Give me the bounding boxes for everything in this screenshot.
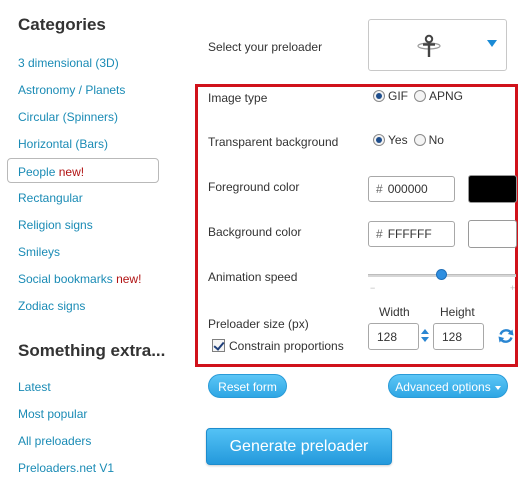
- width-stepper[interactable]: [421, 329, 429, 343]
- sidebar-item-3d[interactable]: 3 dimensional (3D): [18, 56, 119, 70]
- apng-radio-label[interactable]: APNG: [429, 89, 463, 103]
- extra-heading: Something extra...: [18, 341, 166, 360]
- sidebar: Categories 3 dimensional (3D) Astronomy …: [0, 0, 170, 481]
- gif-radio[interactable]: [373, 90, 385, 102]
- height-input[interactable]: 128: [433, 323, 484, 350]
- preloader-dropdown[interactable]: [368, 19, 507, 71]
- sidebar-item-religion[interactable]: Religion signs: [18, 218, 93, 232]
- image-type-options: GIF APNG: [373, 89, 469, 103]
- transparent-yes-label[interactable]: Yes: [388, 133, 408, 147]
- image-type-label: Image type: [208, 91, 268, 105]
- preloader-form: Select your preloader Image type GIF APN…: [190, 0, 530, 481]
- background-color-label: Background color: [208, 225, 302, 239]
- foreground-color-label: Foreground color: [208, 180, 300, 194]
- animation-speed-label: Animation speed: [208, 270, 298, 284]
- sidebar-item-people[interactable]: People new!: [7, 158, 159, 183]
- width-label: Width: [379, 305, 410, 319]
- transparent-yes-radio[interactable]: [373, 134, 385, 146]
- sidebar-item-circular[interactable]: Circular (Spinners): [18, 110, 118, 124]
- select-preloader-label: Select your preloader: [208, 40, 323, 54]
- height-label: Height: [440, 305, 475, 319]
- slider-minus-tick: −: [370, 283, 376, 293]
- reset-form-button[interactable]: Reset form: [208, 374, 287, 398]
- slider-plus-tick: +: [510, 283, 516, 293]
- new-badge: new!: [58, 165, 85, 179]
- sidebar-item-social-bookmarks[interactable]: Social bookmarks new!: [18, 272, 141, 286]
- stepper-up-icon[interactable]: [421, 329, 429, 334]
- gif-radio-label[interactable]: GIF: [388, 89, 408, 103]
- refresh-icon[interactable]: [497, 327, 515, 345]
- transparent-no-radio[interactable]: [413, 134, 426, 146]
- hash-symbol: #: [376, 227, 383, 241]
- transparent-no-label[interactable]: No: [429, 133, 444, 147]
- chevron-down-icon: [487, 40, 497, 47]
- background-color-field[interactable]: # FFFFFF: [368, 221, 455, 247]
- foreground-color-swatch[interactable]: [468, 175, 517, 203]
- categories-heading: Categories: [18, 15, 106, 34]
- caret-down-icon: [494, 385, 501, 390]
- sidebar-item-astronomy[interactable]: Astronomy / Planets: [18, 83, 125, 97]
- sidebar-item-horizontal[interactable]: Horizontal (Bars): [18, 137, 108, 151]
- sidebar-item-rectangular[interactable]: Rectangular: [18, 191, 83, 205]
- sidebar-item-all-preloaders[interactable]: All preloaders: [18, 434, 91, 448]
- ankh-religion-icon: [417, 34, 441, 57]
- constrain-proportions-label[interactable]: Constrain proportions: [229, 339, 344, 353]
- preloader-size-label: Preloader size (px): [208, 317, 309, 331]
- constrain-proportions-checkbox[interactable]: [212, 339, 225, 352]
- background-color-swatch[interactable]: [468, 220, 517, 248]
- hash-symbol: #: [376, 182, 383, 196]
- transparent-options: Yes No: [373, 133, 450, 147]
- background-color-value: FFFFFF: [387, 227, 432, 241]
- apng-radio[interactable]: [414, 90, 426, 102]
- generate-preloader-button[interactable]: Generate preloader: [206, 428, 392, 465]
- speed-slider-thumb[interactable]: [436, 269, 447, 280]
- foreground-color-value: 000000: [387, 182, 428, 196]
- sidebar-item-preloaders-v1[interactable]: Preloaders.net V1: [18, 461, 114, 475]
- sidebar-item-latest[interactable]: Latest: [18, 380, 51, 394]
- stepper-down-icon[interactable]: [421, 337, 429, 342]
- sidebar-item-smileys[interactable]: Smileys: [18, 245, 60, 259]
- new-badge: new!: [116, 272, 142, 286]
- advanced-options-button[interactable]: Advanced options: [388, 374, 508, 398]
- sidebar-item-most-popular[interactable]: Most popular: [18, 407, 87, 421]
- transparent-background-label: Transparent background: [208, 135, 339, 149]
- width-input[interactable]: 128: [368, 323, 419, 350]
- sidebar-item-zodiac[interactable]: Zodiac signs: [18, 299, 85, 313]
- foreground-color-field[interactable]: #000000: [368, 176, 455, 202]
